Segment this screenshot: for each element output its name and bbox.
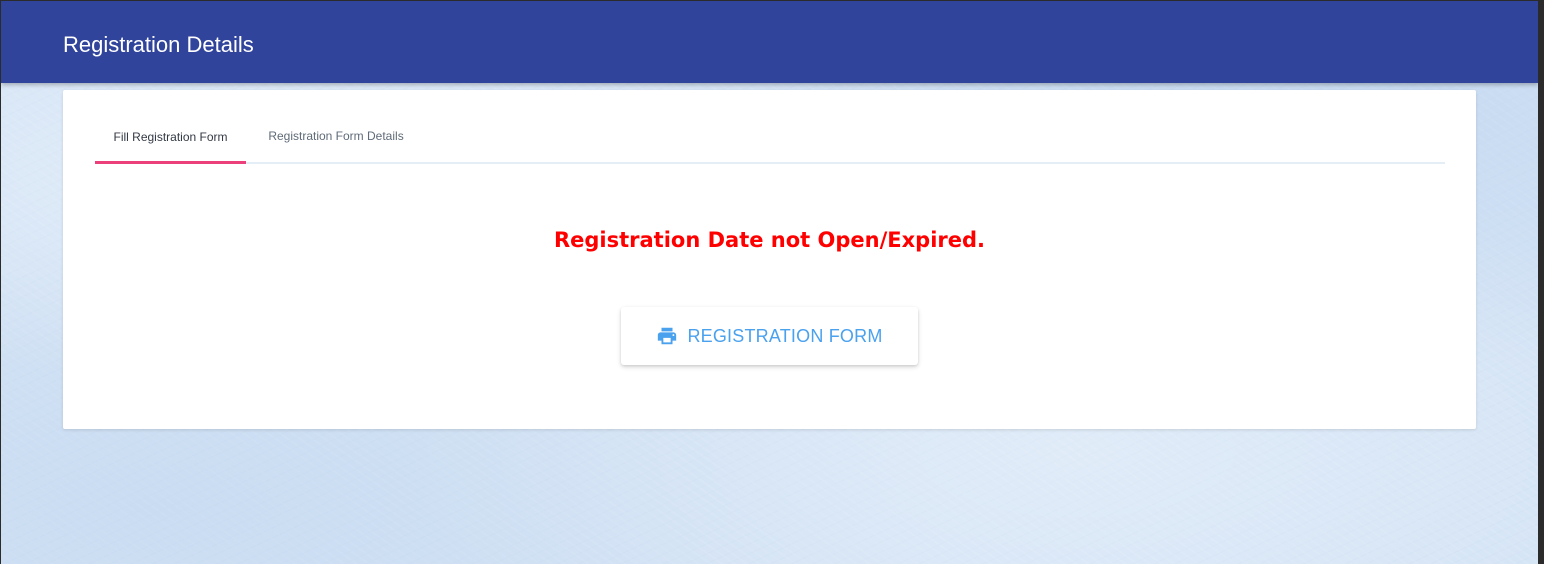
registration-form-button[interactable]: REGISTRATION FORM bbox=[621, 307, 918, 365]
page-background: Registration Details Fill Registration F… bbox=[1, 1, 1538, 564]
tab-fill-registration-form[interactable]: Fill Registration Form bbox=[95, 90, 246, 164]
printer-icon bbox=[656, 325, 678, 347]
page-title: Registration Details bbox=[63, 32, 254, 57]
tab-registration-form-details[interactable]: Registration Form Details bbox=[255, 90, 417, 162]
registration-form-button-label: REGISTRATION FORM bbox=[687, 325, 883, 346]
tab-bar: Fill Registration Form Registration Form… bbox=[95, 90, 1445, 164]
content-card: Fill Registration Form Registration Form… bbox=[63, 90, 1476, 429]
app-bar: Registration Details bbox=[1, 1, 1538, 83]
tab-label: Fill Registration Form bbox=[113, 130, 228, 144]
registration-status-message: Registration Date not Open/Expired. bbox=[553, 228, 986, 252]
tab-label: Registration Form Details bbox=[268, 129, 404, 143]
